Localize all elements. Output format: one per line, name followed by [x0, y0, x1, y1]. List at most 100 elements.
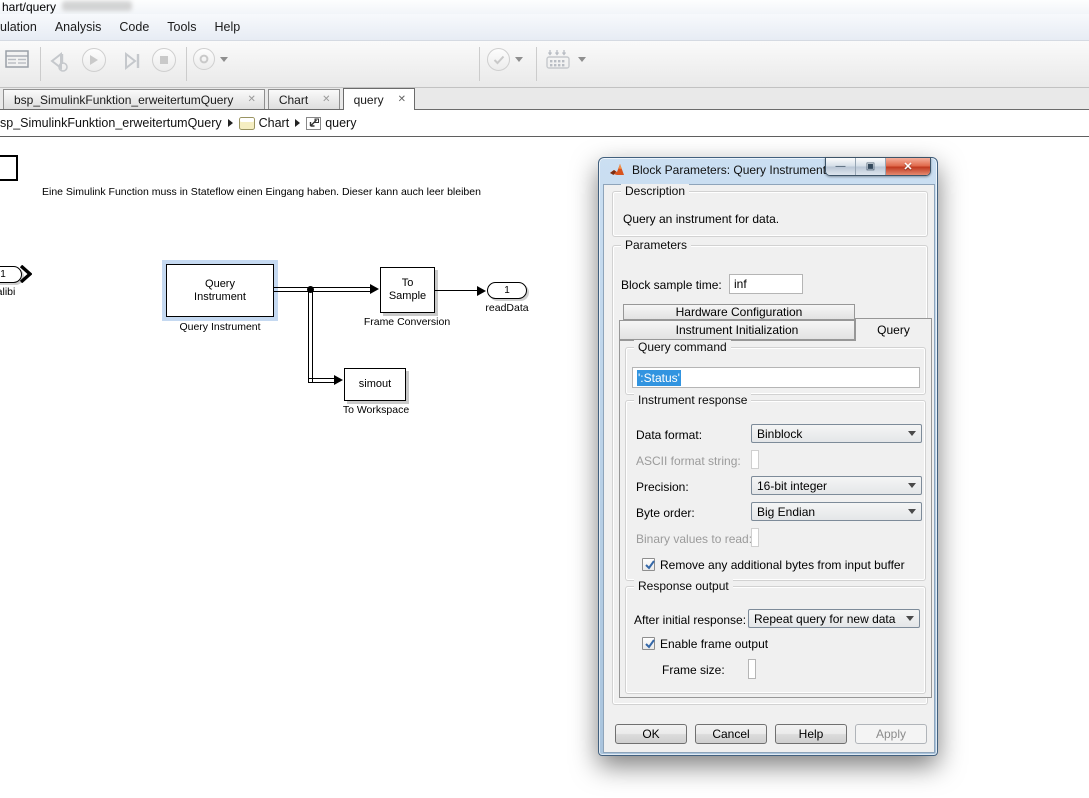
- checkmark-icon: [643, 637, 657, 651]
- grid-arrows-icon: [545, 48, 573, 70]
- help-label: Help: [799, 727, 824, 741]
- canvas-annotation[interactable]: Eine Simulink Function muss in Stateflow…: [42, 186, 481, 198]
- chevron-down-icon: [908, 483, 916, 488]
- menu-simulation[interactable]: ulation: [0, 16, 46, 38]
- step-back-icon: [47, 50, 73, 74]
- block-text: Instrument: [194, 291, 246, 304]
- checkmark-icon: [643, 558, 657, 572]
- breadcrumb-root[interactable]: sp_SimulinkFunktion_erweitertumQuery: [0, 116, 222, 130]
- stop-button[interactable]: [152, 48, 176, 72]
- cancel-button[interactable]: Cancel: [695, 724, 767, 744]
- query-instrument-label[interactable]: Query Instrument: [156, 321, 284, 333]
- dialog-titlebar[interactable]: Block Parameters: Query Instrument: [609, 163, 826, 177]
- signal-line[interactable]: [308, 290, 313, 383]
- instrument-response-header: Instrument response: [634, 393, 751, 407]
- frame-conversion-label[interactable]: Frame Conversion: [357, 316, 457, 328]
- chevron-down-icon: [220, 57, 228, 62]
- toolbar-separator: [40, 47, 41, 81]
- tab-hardware-configuration[interactable]: Hardware Configuration: [623, 304, 855, 320]
- matlab-icon: [609, 163, 625, 177]
- instrument-response-group: Instrument response Data format: Binbloc…: [625, 400, 926, 581]
- signal-line[interactable]: [308, 378, 336, 383]
- block-sample-time-label: Block sample time:: [621, 278, 722, 292]
- check-icon: [493, 55, 505, 65]
- signal-logging-button[interactable]: [545, 48, 586, 70]
- block-sample-time-value: inf: [734, 277, 747, 291]
- step-forward-button[interactable]: [118, 50, 144, 74]
- dialog-title: Block Parameters: Query Instrument: [632, 163, 826, 177]
- record-dropdown-button[interactable]: [193, 48, 228, 70]
- run-button[interactable]: [82, 48, 106, 72]
- arrowhead-icon: [334, 375, 343, 385]
- query-command-input[interactable]: ':Status': [632, 367, 920, 388]
- after-initial-response-select[interactable]: Repeat query for new data: [748, 609, 920, 628]
- ok-label: OK: [642, 727, 659, 741]
- data-format-label: Data format:: [636, 428, 702, 442]
- arrowhead-icon: [370, 284, 379, 294]
- step-forward-icon: [118, 50, 144, 74]
- stop-icon: [159, 55, 169, 65]
- description-group: Description Query an instrument for data…: [612, 191, 928, 237]
- table-icon: [4, 48, 30, 70]
- to-sample-block[interactable]: To Sample: [380, 267, 435, 313]
- tab-query[interactable]: query ✕: [343, 88, 415, 110]
- help-button[interactable]: Help: [775, 724, 847, 744]
- enable-frame-output-label: Enable frame output: [660, 637, 768, 651]
- window-titlebar: hart/query: [0, 0, 1089, 14]
- ascii-format-input: [751, 450, 759, 469]
- menu-code[interactable]: Code: [110, 16, 158, 38]
- data-format-value: Binblock: [757, 427, 802, 441]
- tab-instrument-initialization[interactable]: Instrument Initialization: [619, 320, 855, 340]
- ok-button[interactable]: OK: [615, 724, 687, 744]
- menu-tools[interactable]: Tools: [158, 16, 205, 38]
- query-command-group: Query command ':Status': [625, 347, 926, 395]
- to-workspace-block[interactable]: simout: [344, 368, 406, 401]
- close-icon[interactable]: ✕: [247, 94, 255, 105]
- data-format-select[interactable]: Binblock: [751, 424, 922, 443]
- tab-chart[interactable]: Chart ✕: [268, 89, 340, 109]
- tab-label: Query: [877, 323, 910, 337]
- close-button[interactable]: ✕: [886, 158, 930, 175]
- block-sample-time-input[interactable]: inf: [729, 274, 803, 294]
- menu-analysis[interactable]: Analysis: [46, 16, 111, 38]
- model-browser-button[interactable]: [4, 48, 30, 70]
- frame-size-label: Frame size:: [662, 663, 725, 677]
- arrowhead-icon: [477, 286, 486, 296]
- precision-select[interactable]: 16-bit integer: [751, 476, 922, 495]
- description-header: Description: [621, 184, 689, 198]
- query-instrument-block[interactable]: Query Instrument: [166, 264, 274, 317]
- precision-label: Precision:: [636, 480, 689, 494]
- tab-bsp-simulinkfunktion[interactable]: bsp_SimulinkFunktion_erweitertumQuery ✕: [3, 89, 265, 109]
- query-command-header: Query command: [634, 340, 731, 354]
- chevron-down-icon: [515, 57, 523, 62]
- frame-size-input[interactable]: [748, 659, 756, 679]
- close-icon[interactable]: ✕: [398, 94, 406, 105]
- model-advisor-button[interactable]: [487, 48, 523, 71]
- minimize-button[interactable]: —: [826, 158, 856, 175]
- maximize-button[interactable]: ▣: [856, 158, 886, 175]
- breadcrumb-chart[interactable]: Chart: [259, 116, 290, 130]
- close-icon[interactable]: ✕: [322, 94, 330, 105]
- chevron-down-icon: [908, 509, 916, 514]
- byte-order-value: Big Endian: [757, 505, 815, 519]
- window-title: hart/query: [2, 0, 56, 14]
- simulink-function-icon: [306, 117, 321, 130]
- tab-query-active[interactable]: Query: [855, 318, 932, 341]
- outport-block[interactable]: 1: [487, 282, 527, 299]
- signal-line[interactable]: [435, 290, 480, 291]
- menu-help[interactable]: Help: [205, 16, 249, 38]
- breadcrumb-leaf[interactable]: query: [325, 116, 356, 130]
- step-back-button[interactable]: [47, 50, 73, 74]
- chart-icon: [239, 117, 255, 130]
- enable-frame-output-checkbox[interactable]: [642, 637, 655, 650]
- precision-value: 16-bit integer: [757, 479, 827, 493]
- remove-bytes-checkbox[interactable]: [642, 558, 655, 571]
- byte-order-select[interactable]: Big Endian: [751, 502, 922, 521]
- outport-number: 1: [504, 285, 510, 296]
- cutoff-block[interactable]: [0, 155, 18, 181]
- readdata-label[interactable]: readData: [477, 302, 537, 314]
- signal-line[interactable]: [274, 287, 372, 292]
- to-workspace-label[interactable]: To Workspace: [332, 404, 420, 416]
- inport-block[interactable]: 1: [0, 266, 22, 283]
- inport-label[interactable]: alibi: [0, 286, 26, 298]
